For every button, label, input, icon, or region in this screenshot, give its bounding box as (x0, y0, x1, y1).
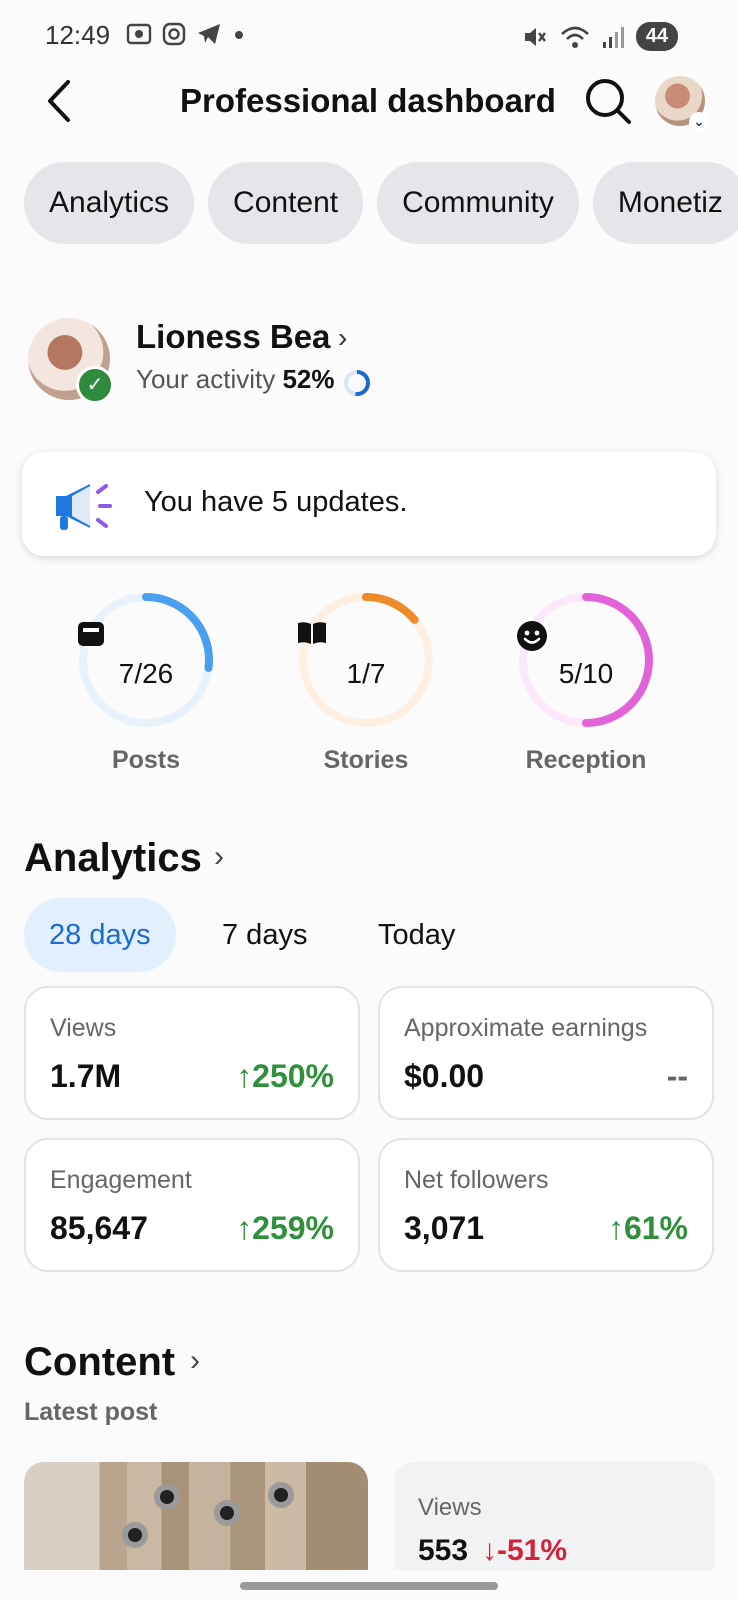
app-header: Professional dashboard ⌄ (0, 70, 738, 150)
stat-change: ↑250% (236, 1058, 334, 1094)
latest-post-stats[interactable]: Views 553 ↓-51% (394, 1462, 714, 1572)
notification-icons (126, 22, 246, 46)
views-change: ↓-51% (482, 1534, 568, 1567)
analytics-heading[interactable]: Analytics (24, 836, 202, 881)
status-bar: 12:49 44 (0, 0, 738, 70)
book-icon (296, 620, 436, 646)
verified-check-icon: ✓ (76, 366, 114, 404)
profile-summary[interactable]: ✓ Lioness Bea › Your activity 52% (28, 318, 708, 408)
search-icon[interactable] (583, 76, 633, 126)
dot-icon (235, 31, 243, 39)
views-value: 553 (418, 1534, 469, 1567)
earnings-stat-card[interactable]: Approximate earnings $0.00 -- (378, 986, 714, 1120)
period-28-days[interactable]: 28 days (24, 898, 176, 972)
arrow-up-icon: ↑ (236, 1058, 253, 1094)
tab-analytics[interactable]: Analytics (24, 162, 195, 244)
stat-value: $0.00 (404, 1058, 485, 1094)
tab-content[interactable]: Content (208, 162, 364, 244)
stat-label: Net followers (404, 1166, 549, 1194)
posts-icon (76, 620, 216, 648)
smiley-icon (516, 620, 656, 652)
signal-icon (602, 26, 624, 48)
activity-text: Your activity 52% (136, 364, 335, 395)
posts-value: 7/26 (118, 658, 174, 689)
stat-value: 1.7M (50, 1058, 122, 1094)
latest-post-label: Latest post (24, 1398, 158, 1426)
stat-change: ↑259% (236, 1210, 334, 1246)
wifi-icon (560, 26, 589, 48)
updates-card[interactable]: You have 5 updates. (22, 452, 716, 556)
chevron-down-icon: ⌄ (689, 112, 709, 132)
chevron-right-icon[interactable]: › (190, 1344, 200, 1378)
curtain-ring (122, 1522, 148, 1548)
battery-indicator: 44 (635, 22, 678, 51)
curtain-ring (268, 1482, 294, 1508)
stat-label: Engagement (50, 1166, 192, 1194)
page-title: Professional dashboard (180, 82, 556, 119)
instagram-icon (162, 22, 186, 46)
status-time: 12:49 (45, 20, 111, 50)
engagement-stat-card[interactable]: Engagement 85,647 ↑259% (24, 1138, 360, 1272)
period-today[interactable]: Today (378, 898, 455, 972)
posts-progress[interactable]: 7/26 Posts (76, 590, 226, 774)
period-7-days[interactable]: 7 days (222, 898, 307, 972)
posts-label: Posts (111, 746, 181, 774)
latest-post-thumbnail[interactable] (24, 1462, 368, 1572)
stat-change: -- (666, 1058, 688, 1094)
arrow-up-icon: ↑ (236, 1210, 253, 1246)
updates-text: You have 5 updates. (144, 486, 408, 518)
tab-community[interactable]: Community (377, 162, 579, 244)
section-tabs: Analytics Content Community Monetiz (24, 162, 738, 244)
net-followers-stat-card[interactable]: Net followers 3,071 ↑61% (378, 1138, 714, 1272)
activity-label: Your activity (136, 364, 276, 394)
chevron-right-icon[interactable]: › (214, 840, 224, 874)
telegram-icon (198, 24, 220, 44)
views-label: Views (418, 1494, 482, 1521)
stories-label: Stories (323, 746, 409, 774)
profile-name: Lioness Bea (136, 318, 331, 355)
stories-value: 1/7 (346, 658, 386, 689)
reception-progress[interactable]: 5/10 Reception (516, 590, 666, 774)
stat-change: ↑61% (607, 1210, 688, 1246)
views-stat-card[interactable]: Views 1.7M ↑250% (24, 986, 360, 1120)
reception-value: 5/10 (558, 658, 614, 689)
stat-value: 3,071 (404, 1210, 485, 1246)
progress-rings: 7/26 Posts 1/7 Stories 5/10 Reception (0, 590, 738, 790)
home-indicator[interactable] (240, 1582, 498, 1590)
arrow-down-icon: ↓ (482, 1534, 497, 1567)
back-icon[interactable] (40, 78, 80, 124)
content-heading[interactable]: Content (24, 1340, 175, 1385)
stories-progress[interactable]: 1/7 Stories (296, 590, 446, 774)
reception-label: Reception (525, 746, 647, 774)
stat-label: Approximate earnings (404, 1014, 648, 1042)
screenshot-icon (126, 23, 152, 45)
mute-icon (524, 27, 546, 46)
tab-monetization[interactable]: Monetiz (592, 162, 738, 244)
curtain-ring (154, 1484, 180, 1510)
curtain-ring (214, 1500, 240, 1526)
megaphone-icon (56, 484, 112, 530)
activity-value: 52% (282, 364, 335, 394)
system-icons: 44 (522, 22, 678, 51)
chevron-right-icon: › (338, 322, 348, 353)
arrow-up-icon: ↑ (607, 1210, 624, 1246)
stat-value: 85,647 (50, 1210, 148, 1246)
account-switcher-avatar[interactable]: ⌄ (655, 76, 709, 132)
stat-label: Views (50, 1014, 117, 1042)
activity-progress-ring (344, 370, 370, 396)
